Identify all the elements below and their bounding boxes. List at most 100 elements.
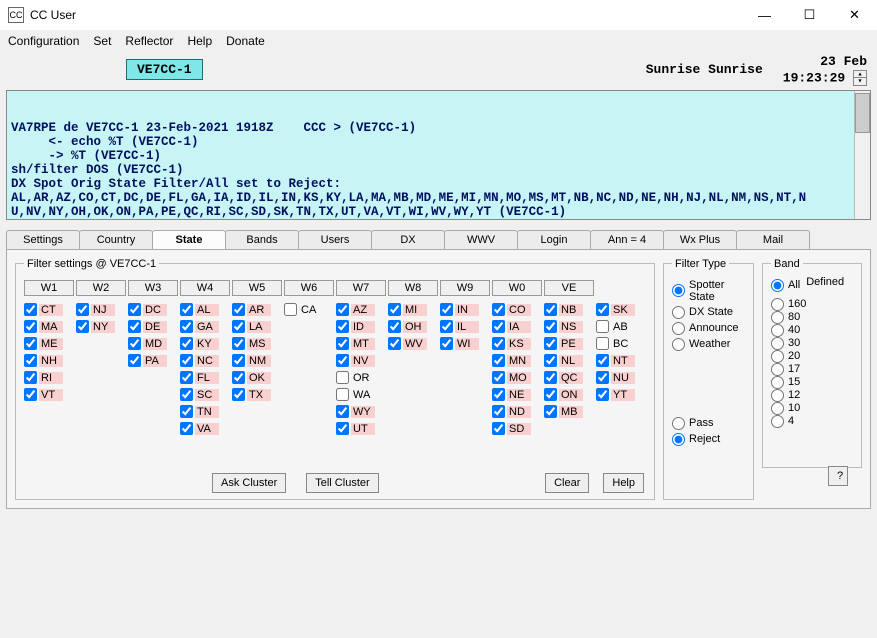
close-button[interactable]: ✕ [832,0,877,30]
col-header-w5[interactable]: W5 [232,280,282,296]
state-in[interactable]: IN [440,302,490,318]
state-ia[interactable]: IA [492,319,542,335]
state-wy[interactable]: WY [336,404,386,420]
state-fl[interactable]: FL [180,370,230,386]
state-al[interactable]: AL [180,302,230,318]
state-mb[interactable]: MB [544,404,594,420]
state-oh[interactable]: OH [388,319,438,335]
state-dc[interactable]: DC [128,302,178,318]
tab-mail[interactable]: Mail [736,230,810,249]
band-15[interactable]: 15 [771,376,853,389]
state-ms[interactable]: MS [232,336,282,352]
band-20[interactable]: 20 [771,350,853,363]
tab-settings[interactable]: Settings [6,230,80,249]
state-on[interactable]: ON [544,387,594,403]
state-ma[interactable]: MA [24,319,74,335]
state-ri[interactable]: RI [24,370,74,386]
tab-wwv[interactable]: WWV [444,230,518,249]
state-vt[interactable]: VT [24,387,74,403]
terminal-scrollbar[interactable] [854,91,870,219]
state-pa[interactable]: PA [128,353,178,369]
state-nm[interactable]: NM [232,353,282,369]
state-tx[interactable]: TX [232,387,282,403]
tab-country[interactable]: Country [79,230,153,249]
state-ar[interactable]: AR [232,302,282,318]
state-ca[interactable]: CA [284,302,334,318]
state-ny[interactable]: NY [76,319,126,335]
state-ns[interactable]: NS [544,319,594,335]
col-header-w7[interactable]: W7 [336,280,386,296]
filtertype-spotter-state[interactable]: Spotter State [672,279,745,303]
state-nt[interactable]: NT [596,353,646,369]
ask-cluster-button[interactable]: Ask Cluster [212,473,286,493]
clear-button[interactable]: Clear [545,473,589,493]
tab-ann-4[interactable]: Ann = 4 [590,230,664,249]
state-sk[interactable]: SK [596,302,646,318]
col-header-w4[interactable]: W4 [180,280,230,296]
state-bc[interactable]: BC [596,336,646,352]
state-tn[interactable]: TN [180,404,230,420]
minimize-button[interactable]: — [742,0,787,30]
state-wi[interactable]: WI [440,336,490,352]
state-me[interactable]: ME [24,336,74,352]
state-pe[interactable]: PE [544,336,594,352]
help-button[interactable]: Help [603,473,644,493]
state-nh[interactable]: NH [24,353,74,369]
state-yt[interactable]: YT [596,387,646,403]
state-nl[interactable]: NL [544,353,594,369]
band-80[interactable]: 80 [771,311,853,324]
band-10[interactable]: 10 [771,402,853,415]
tab-bands[interactable]: Bands [225,230,299,249]
question-button[interactable]: ? [828,466,848,486]
menu-set[interactable]: Set [93,34,111,48]
col-header-w6[interactable]: W6 [284,280,334,296]
tab-users[interactable]: Users [298,230,372,249]
state-il[interactable]: IL [440,319,490,335]
state-ok[interactable]: OK [232,370,282,386]
band-all-radio[interactable]: All [771,279,800,292]
state-mi[interactable]: MI [388,302,438,318]
col-header-w1[interactable]: W1 [24,280,74,296]
reject-radio[interactable]: Reject [672,433,745,446]
state-wv[interactable]: WV [388,336,438,352]
band-40[interactable]: 40 [771,324,853,337]
pass-radio[interactable]: Pass [672,417,745,430]
state-nc[interactable]: NC [180,353,230,369]
state-qc[interactable]: QC [544,370,594,386]
state-nb[interactable]: NB [544,302,594,318]
state-de[interactable]: DE [128,319,178,335]
state-az[interactable]: AZ [336,302,386,318]
tab-dx[interactable]: DX [371,230,445,249]
callsign-button[interactable]: VE7CC-1 [126,59,203,80]
state-md[interactable]: MD [128,336,178,352]
band-17[interactable]: 17 [771,363,853,376]
state-ut[interactable]: UT [336,421,386,437]
state-wa[interactable]: WA [336,387,386,403]
menu-reflector[interactable]: Reflector [125,34,173,48]
state-or[interactable]: OR [336,370,386,386]
band-30[interactable]: 30 [771,337,853,350]
state-ga[interactable]: GA [180,319,230,335]
state-va[interactable]: VA [180,421,230,437]
col-header-w8[interactable]: W8 [388,280,438,296]
col-header-w9[interactable]: W9 [440,280,490,296]
col-header-w3[interactable]: W3 [128,280,178,296]
menu-configuration[interactable]: Configuration [8,34,79,48]
col-header-w2[interactable]: W2 [76,280,126,296]
filtertype-announce[interactable]: Announce [672,322,745,335]
state-la[interactable]: LA [232,319,282,335]
state-sd[interactable]: SD [492,421,542,437]
state-nd[interactable]: ND [492,404,542,420]
menu-help[interactable]: Help [187,34,212,48]
state-mt[interactable]: MT [336,336,386,352]
maximize-button[interactable]: ☐ [787,0,832,30]
state-ct[interactable]: CT [24,302,74,318]
state-ab[interactable]: AB [596,319,646,335]
band-12[interactable]: 12 [771,389,853,402]
band-4[interactable]: 4 [771,415,853,428]
state-ne[interactable]: NE [492,387,542,403]
state-ky[interactable]: KY [180,336,230,352]
menu-donate[interactable]: Donate [226,34,265,48]
filtertype-weather[interactable]: Weather [672,338,745,351]
tab-state[interactable]: State [152,230,226,249]
